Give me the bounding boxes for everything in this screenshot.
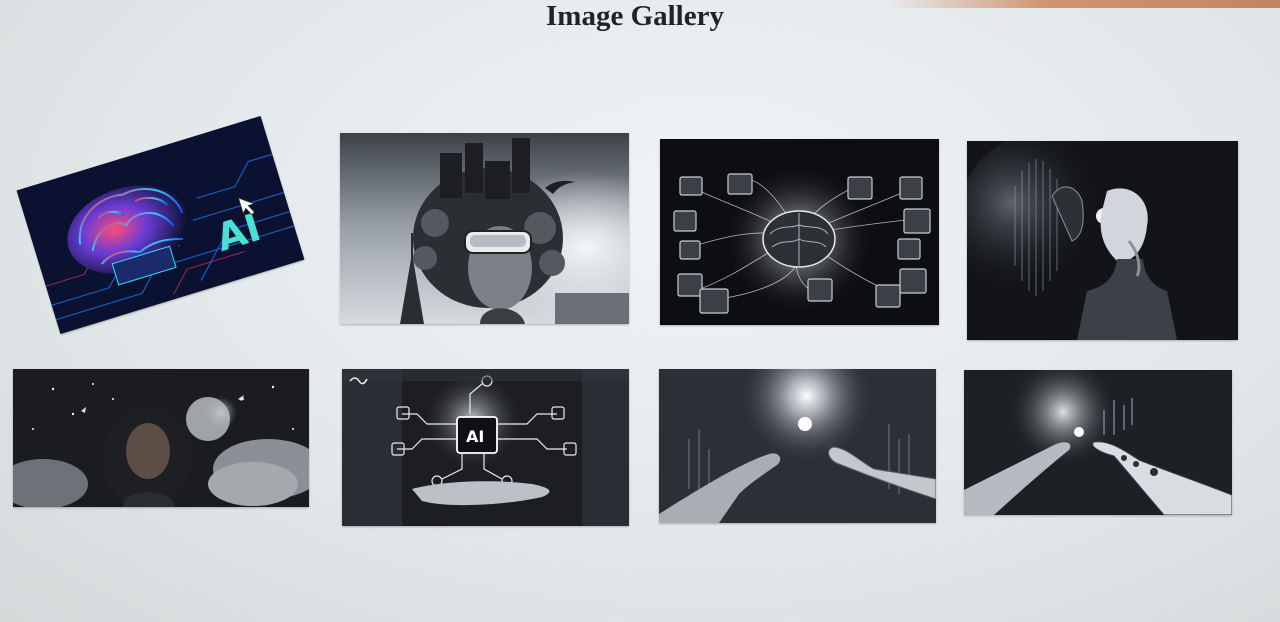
gallery-image-4[interactable] xyxy=(967,141,1238,340)
gallery-image-5[interactable] xyxy=(13,369,309,507)
robot-profile-image xyxy=(967,141,1238,340)
ai-chip-hand-image: AI xyxy=(342,369,629,526)
ai-brain-image: AI xyxy=(16,115,305,335)
ai-chip-text: AI xyxy=(466,427,484,446)
reaching-hands-image xyxy=(659,369,936,523)
gallery-image-2[interactable] xyxy=(340,133,629,324)
gallery-image-1[interactable]: AI xyxy=(16,115,305,335)
gallery-image-7[interactable] xyxy=(659,369,936,523)
screen-edge-strip xyxy=(890,0,1280,8)
gallery-image-3[interactable] xyxy=(660,139,939,325)
gallery-image-8[interactable] xyxy=(964,370,1232,515)
page-title: Image Gallery xyxy=(546,0,724,32)
brain-network-image xyxy=(660,139,939,325)
gallery-image-6[interactable]: AI xyxy=(342,369,629,526)
robot-human-hands-image xyxy=(964,370,1232,515)
moonlit-girl-image xyxy=(13,369,309,507)
vr-woman-image xyxy=(340,133,629,324)
